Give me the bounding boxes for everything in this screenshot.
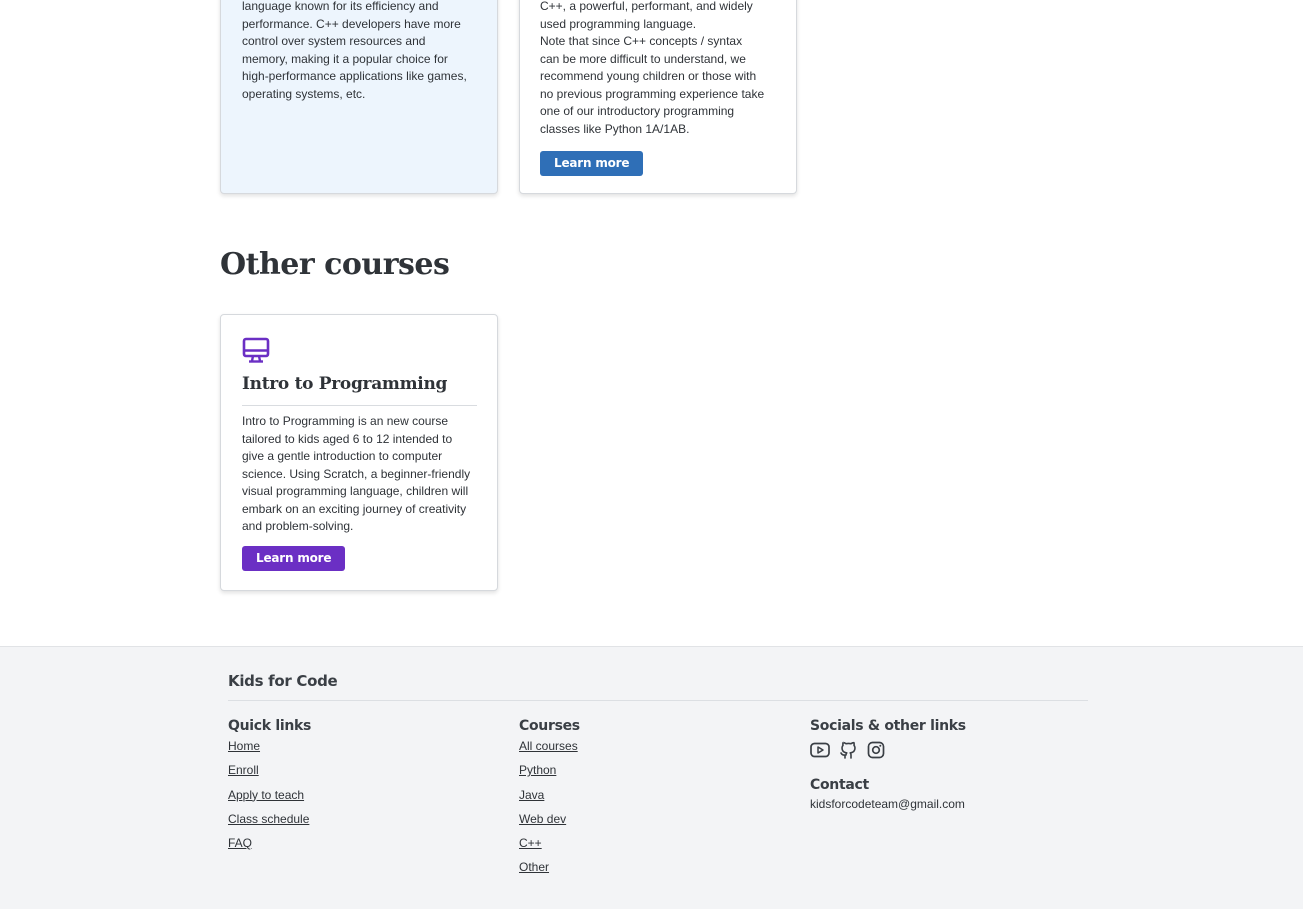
footer-link-other[interactable]: Other (519, 860, 580, 874)
intro-learn-more-button[interactable]: Learn more (242, 546, 346, 571)
footer-link-class-schedule[interactable]: Class schedule (228, 812, 311, 826)
instagram-icon[interactable] (866, 740, 886, 760)
footer-brand: Kids for Code (228, 672, 338, 690)
intro-programming-card: Intro to Programming Intro to Programmin… (220, 314, 498, 591)
footer-quick-links: Quick links Home Enroll Apply to teach C… (228, 718, 311, 860)
contact-heading: Contact (810, 777, 869, 793)
socials-heading: Socials & other links (810, 718, 966, 734)
footer-link-web-dev[interactable]: Web dev (519, 812, 580, 826)
cpp-card-description: language known for its efficiency and pe… (242, 0, 467, 101)
footer-link-python[interactable]: Python (519, 763, 580, 777)
footer-link-java[interactable]: Java (519, 788, 580, 802)
monitor-icon (242, 337, 272, 370)
quick-links-heading: Quick links (228, 718, 312, 734)
footer-link-home[interactable]: Home (228, 739, 311, 753)
footer-link-all-courses[interactable]: All courses (519, 739, 580, 753)
youtube-icon[interactable] (810, 740, 830, 760)
social-icons (810, 739, 966, 761)
footer-socials: Socials & other links Contact kidsforcod… (810, 718, 966, 811)
cpp-learn-more-button[interactable]: Learn more (540, 151, 644, 176)
github-icon[interactable] (838, 740, 858, 760)
footer-link-apply-to-teach[interactable]: Apply to teach (228, 788, 311, 802)
course-card-description: Intro to Programming is an new course ta… (242, 414, 471, 533)
cpp-card-highlighted: language known for its efficiency and pe… (220, 0, 498, 194)
contact-email: kidsforcodeteam@gmail.com (810, 797, 965, 811)
footer-link-cpp[interactable]: C++ (519, 836, 580, 850)
footer-divider (228, 700, 1088, 701)
cpp-course-description: C++, a powerful, performant, and widely … (540, 0, 765, 136)
footer-link-enroll[interactable]: Enroll (228, 763, 311, 777)
footer-courses: Courses All courses Python Java Web dev … (519, 718, 580, 885)
course-card-title: Intro to Programming (242, 374, 448, 394)
section-title-other-courses: Other courses (220, 247, 450, 282)
card-divider (242, 405, 477, 406)
site-footer: Kids for Code Quick links Home Enroll Ap… (0, 646, 1303, 909)
footer-link-faq[interactable]: FAQ (228, 836, 311, 850)
courses-heading: Courses (519, 718, 580, 734)
cpp-course-card: C++, a powerful, performant, and widely … (519, 0, 797, 194)
